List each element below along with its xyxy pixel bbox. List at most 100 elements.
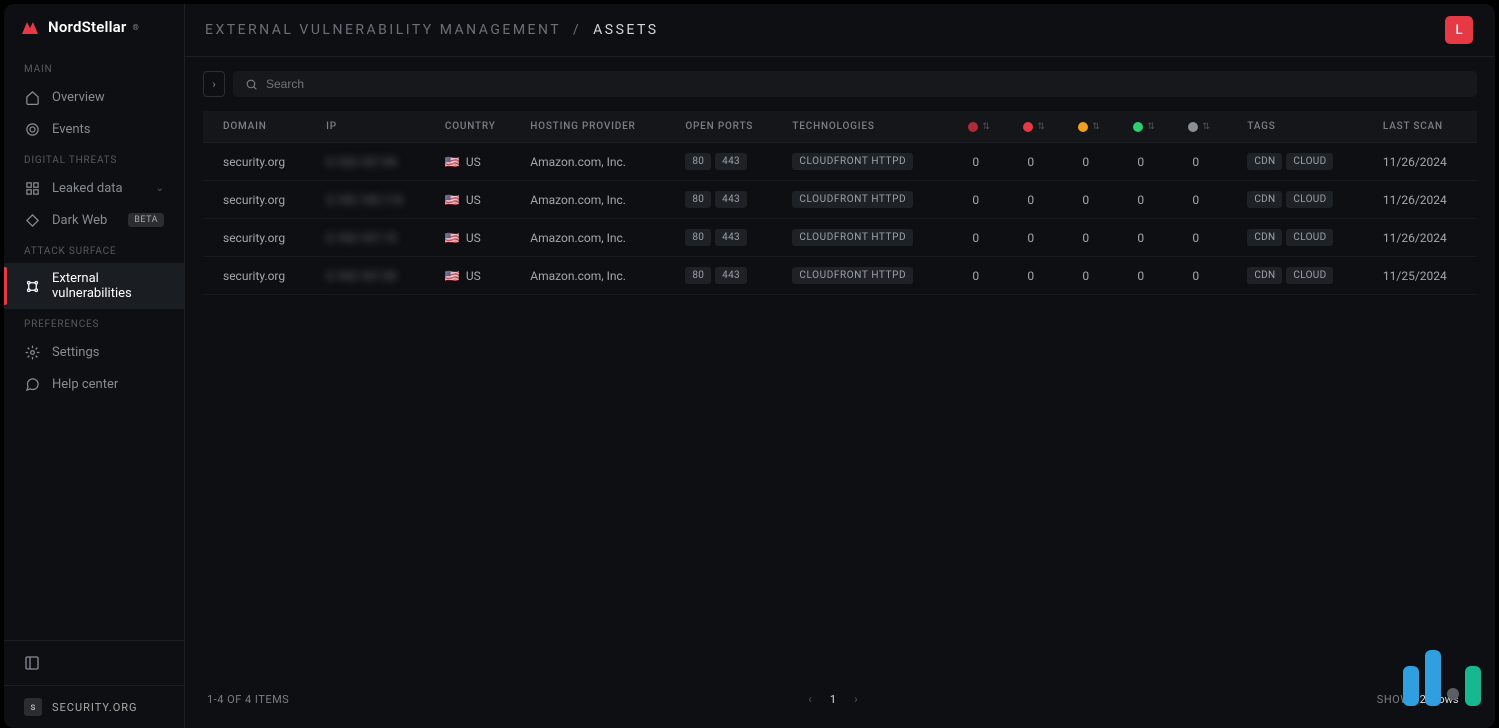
cell-tags: CDNCLOUD (1239, 181, 1375, 219)
sidebar-item-leaked-data[interactable]: Leaked data ⌄ (4, 172, 184, 204)
user-avatar[interactable]: L (1445, 16, 1473, 44)
table-row[interactable]: security.org3.163.167.94🇺🇸USAmazon.com, … (203, 143, 1477, 181)
col-ip[interactable]: IP (318, 111, 437, 143)
cell-ip: 3.163.167.15 (318, 219, 437, 257)
cell-country: 🇺🇸US (437, 257, 522, 295)
home-icon (24, 89, 40, 105)
assets-table: DOMAIN IP COUNTRY HOSTING PROVIDER OPEN … (203, 111, 1477, 295)
sidebar-item-label: Help center (52, 377, 118, 392)
cell-ip: 3.163.167.55 (318, 257, 437, 295)
cell-tech: CLOUDFRONT HTTPD (784, 219, 964, 257)
cell-tags: CDNCLOUD (1239, 219, 1375, 257)
col-domain[interactable]: DOMAIN (203, 111, 318, 143)
sidebar-item-external-vulnerabilities[interactable]: External vulnerabilities (4, 263, 184, 309)
cell-sev: 0 (964, 181, 1019, 219)
main-content: EXTERNAL VULNERABILITY MANAGEMENT / ASSE… (185, 4, 1495, 728)
col-hosting[interactable]: HOSTING PROVIDER (522, 111, 677, 143)
page-number[interactable]: 1 (830, 693, 836, 706)
sidebar-item-label: Dark Web (52, 213, 107, 228)
breadcrumb: EXTERNAL VULNERABILITY MANAGEMENT / ASSE… (205, 22, 659, 38)
brand-name: NordStellar (48, 18, 127, 36)
gear-icon (24, 344, 40, 360)
sidebar-item-label: Leaked data (52, 181, 123, 196)
org-name: SECURITY.ORG (52, 701, 138, 714)
cell-sev: 0 (1129, 143, 1184, 181)
prev-page-button[interactable]: ‹ (808, 692, 812, 706)
breadcrumb-parent[interactable]: EXTERNAL VULNERABILITY MANAGEMENT (205, 22, 561, 38)
cell-tech: CLOUDFRONT HTTPD (784, 181, 964, 219)
table-row[interactable]: security.org3.163.167.15🇺🇸USAmazon.com, … (203, 219, 1477, 257)
search-icon (245, 78, 258, 91)
cell-hosting: Amazon.com, Inc. (522, 219, 677, 257)
cell-domain: security.org (203, 257, 318, 295)
cell-sev: 0 (1019, 143, 1074, 181)
cell-sev: 0 (1129, 257, 1184, 295)
next-page-button[interactable]: › (854, 692, 858, 706)
cell-sev: 0 (1074, 143, 1129, 181)
cell-sev: 0 (964, 143, 1019, 181)
cell-last-scan: 11/26/2024 (1375, 143, 1477, 181)
cell-sev: 0 (1184, 181, 1239, 219)
cell-sev: 0 (1129, 181, 1184, 219)
sidebar-item-dark-web[interactable]: Dark Web BETA (4, 204, 184, 236)
cell-tags: CDNCLOUD (1239, 257, 1375, 295)
diamond-icon (24, 212, 40, 228)
col-sev-critical[interactable]: ⇅ (964, 111, 1019, 143)
sidebar-item-events[interactable]: Events (4, 113, 184, 145)
col-tech[interactable]: TECHNOLOGIES (784, 111, 964, 143)
cell-sev: 0 (1184, 219, 1239, 257)
section-preferences-label: PREFERENCES (4, 309, 184, 336)
col-sev-info[interactable]: ⇅ (1184, 111, 1239, 143)
cell-ports: 80443 (677, 143, 784, 181)
cell-tech: CLOUDFRONT HTTPD (784, 257, 964, 295)
cell-sev: 0 (1074, 181, 1129, 219)
sidebar-item-overview[interactable]: Overview (4, 81, 184, 113)
table-row[interactable]: security.org3.163.165.116🇺🇸USAmazon.com,… (203, 181, 1477, 219)
col-country[interactable]: COUNTRY (437, 111, 522, 143)
col-sev-low[interactable]: ⇅ (1129, 111, 1184, 143)
cell-last-scan: 11/26/2024 (1375, 219, 1477, 257)
panel-icon (24, 655, 40, 671)
breadcrumb-separator: / (573, 22, 581, 38)
brand-logo[interactable]: NordStellar® (4, 18, 184, 54)
col-last-scan[interactable]: LAST SCAN (1375, 111, 1477, 143)
col-sev-medium[interactable]: ⇅ (1074, 111, 1129, 143)
cell-country: 🇺🇸US (437, 143, 522, 181)
chevron-right-icon: › (212, 78, 215, 91)
search-box[interactable] (233, 71, 1477, 97)
sidebar-item-label: Events (52, 122, 90, 137)
cell-sev: 0 (964, 219, 1019, 257)
col-tags[interactable]: TAGS (1239, 111, 1375, 143)
cell-tags: CDNCLOUD (1239, 143, 1375, 181)
cell-sev: 0 (1184, 143, 1239, 181)
cell-ports: 80443 (677, 219, 784, 257)
section-digital-threats-label: DIGITAL THREATS (4, 145, 184, 172)
cell-sev: 0 (1129, 219, 1184, 257)
cell-domain: security.org (203, 219, 318, 257)
expand-filters-button[interactable]: › (203, 71, 225, 97)
sidebar-item-help-center[interactable]: Help center (4, 368, 184, 400)
cell-last-scan: 11/25/2024 (1375, 257, 1477, 295)
cell-sev: 0 (1019, 257, 1074, 295)
target-icon (24, 121, 40, 137)
cell-last-scan: 11/26/2024 (1375, 181, 1477, 219)
cell-ports: 80443 (677, 257, 784, 295)
decorative-bars (1403, 650, 1481, 706)
table-row[interactable]: security.org3.163.167.55🇺🇸USAmazon.com, … (203, 257, 1477, 295)
org-switcher[interactable]: s SECURITY.ORG (4, 685, 184, 728)
grid-icon (24, 180, 40, 196)
cell-sev: 0 (1074, 219, 1129, 257)
vuln-icon (24, 278, 40, 294)
cell-hosting: Amazon.com, Inc. (522, 257, 677, 295)
sidebar-item-settings[interactable]: Settings (4, 336, 184, 368)
cell-sev: 0 (1184, 257, 1239, 295)
search-input[interactable] (266, 77, 1465, 91)
cell-country: 🇺🇸US (437, 219, 522, 257)
col-sev-high[interactable]: ⇅ (1019, 111, 1074, 143)
cell-tech: CLOUDFRONT HTTPD (784, 143, 964, 181)
collapse-sidebar-button[interactable] (4, 641, 184, 685)
sidebar-item-label: External vulnerabilities (52, 271, 164, 301)
cell-domain: security.org (203, 181, 318, 219)
col-ports[interactable]: OPEN PORTS (677, 111, 784, 143)
cell-hosting: Amazon.com, Inc. (522, 181, 677, 219)
